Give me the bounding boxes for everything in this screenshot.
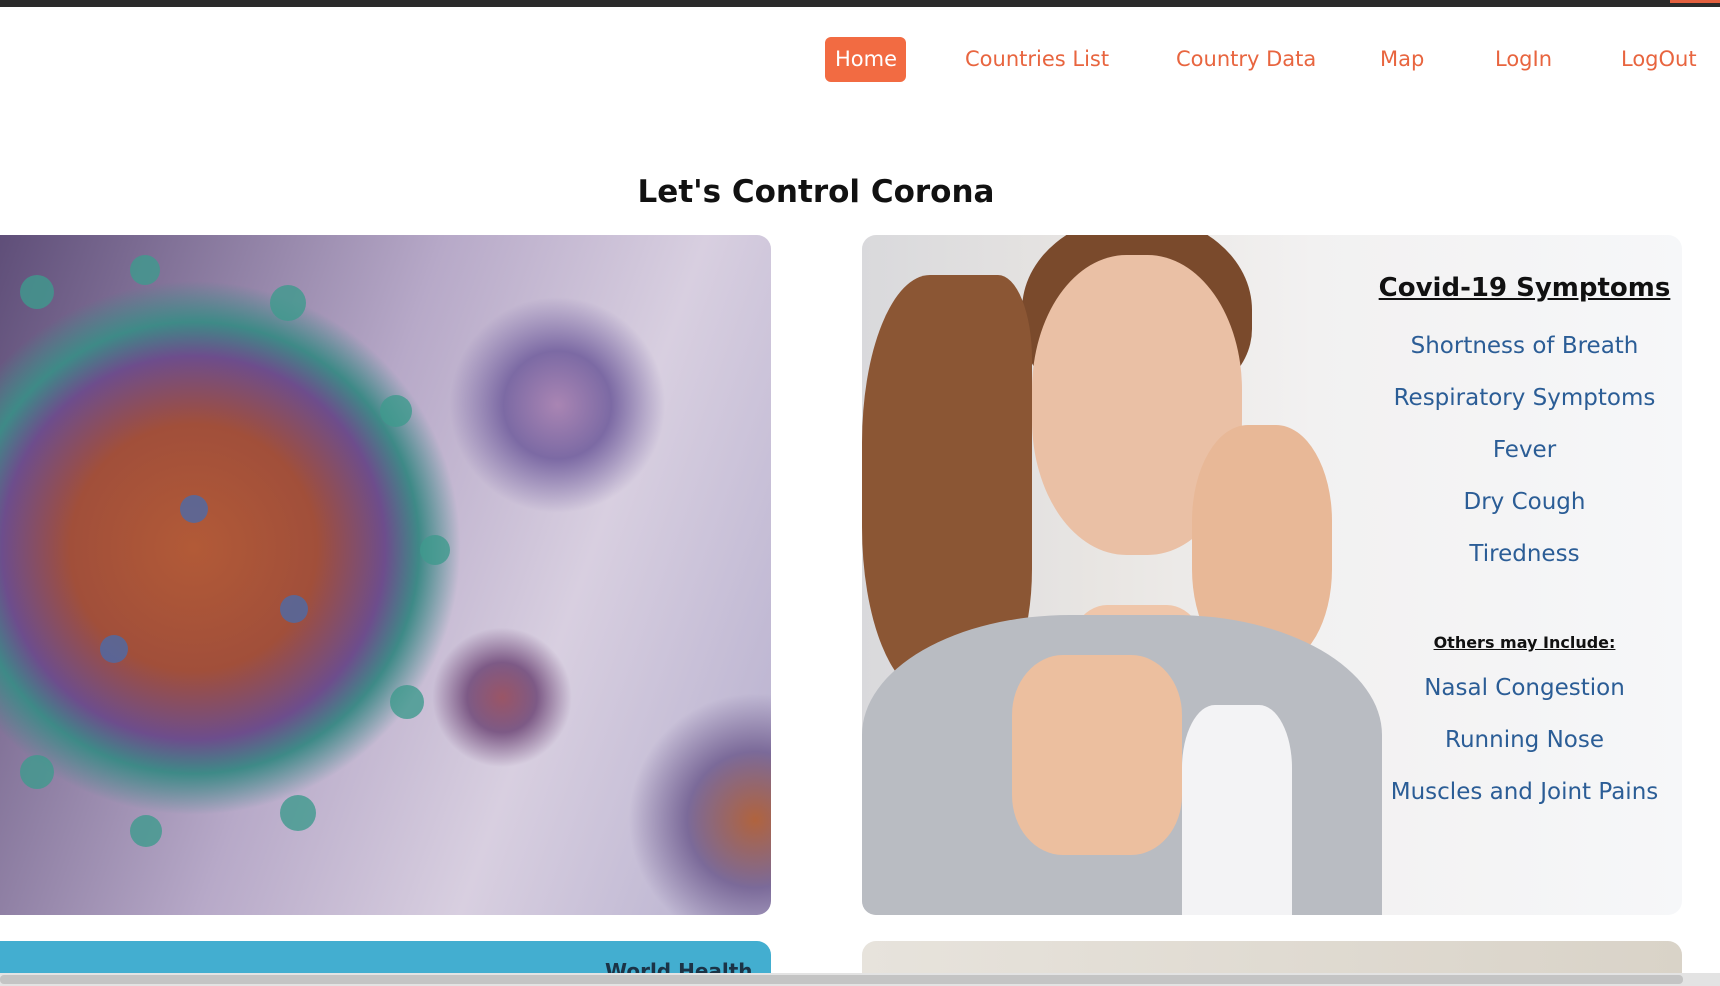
top-accent xyxy=(1670,0,1720,3)
page-headline: Let's Control Corona xyxy=(637,174,995,210)
other-symptom-item: Running Nose xyxy=(1445,727,1604,753)
person-shirt xyxy=(1182,705,1292,915)
virus-spike xyxy=(20,755,54,789)
nav-country-data-link[interactable]: Country Data xyxy=(1166,37,1326,82)
symptom-item: Shortness of Breath xyxy=(1410,333,1639,359)
virus-spike xyxy=(280,595,308,623)
virus-spike xyxy=(130,255,160,285)
horizontal-scrollbar[interactable] xyxy=(0,973,1720,986)
virus-spike xyxy=(270,285,306,321)
coronavirus-image xyxy=(0,235,771,915)
window-top-border xyxy=(0,0,1720,7)
symptoms-card: Covid-19 Symptoms Shortness of Breath Re… xyxy=(862,235,1682,915)
nav-countries-list-link[interactable]: Countries List xyxy=(955,37,1119,82)
nav-map-link[interactable]: Map xyxy=(1370,37,1434,82)
symptoms-title: Covid-19 Symptoms xyxy=(1378,273,1671,303)
virus-spike xyxy=(380,395,412,427)
nav-login-link[interactable]: LogIn xyxy=(1485,37,1562,82)
virus-spike xyxy=(180,495,208,523)
other-symptom-item: Nasal Congestion xyxy=(1424,675,1625,701)
symptom-item: Respiratory Symptoms xyxy=(1393,385,1656,411)
symptom-item: Fever xyxy=(1492,437,1557,463)
virus-spike xyxy=(280,795,316,831)
nav-logout-link[interactable]: LogOut xyxy=(1611,37,1707,82)
person-hand-on-chest xyxy=(1012,655,1182,855)
virus-spike xyxy=(20,275,54,309)
main-nav: Home Countries List Country Data Map Log… xyxy=(0,37,1720,82)
virus-spike xyxy=(100,635,128,663)
symptoms-panel: Covid-19 Symptoms Shortness of Breath Re… xyxy=(1367,235,1682,915)
nav-home-link[interactable]: Home xyxy=(825,37,906,82)
scrollbar-thumb[interactable] xyxy=(0,975,1683,984)
others-title: Others may Include: xyxy=(1433,633,1616,652)
other-symptom-item: Muscles and Joint Pains xyxy=(1390,779,1659,805)
symptom-item: Tiredness xyxy=(1469,541,1580,567)
virus-spike xyxy=(130,815,162,847)
symptom-item: Dry Cough xyxy=(1463,489,1586,515)
virus-spike xyxy=(420,535,450,565)
virus-spike xyxy=(390,685,424,719)
